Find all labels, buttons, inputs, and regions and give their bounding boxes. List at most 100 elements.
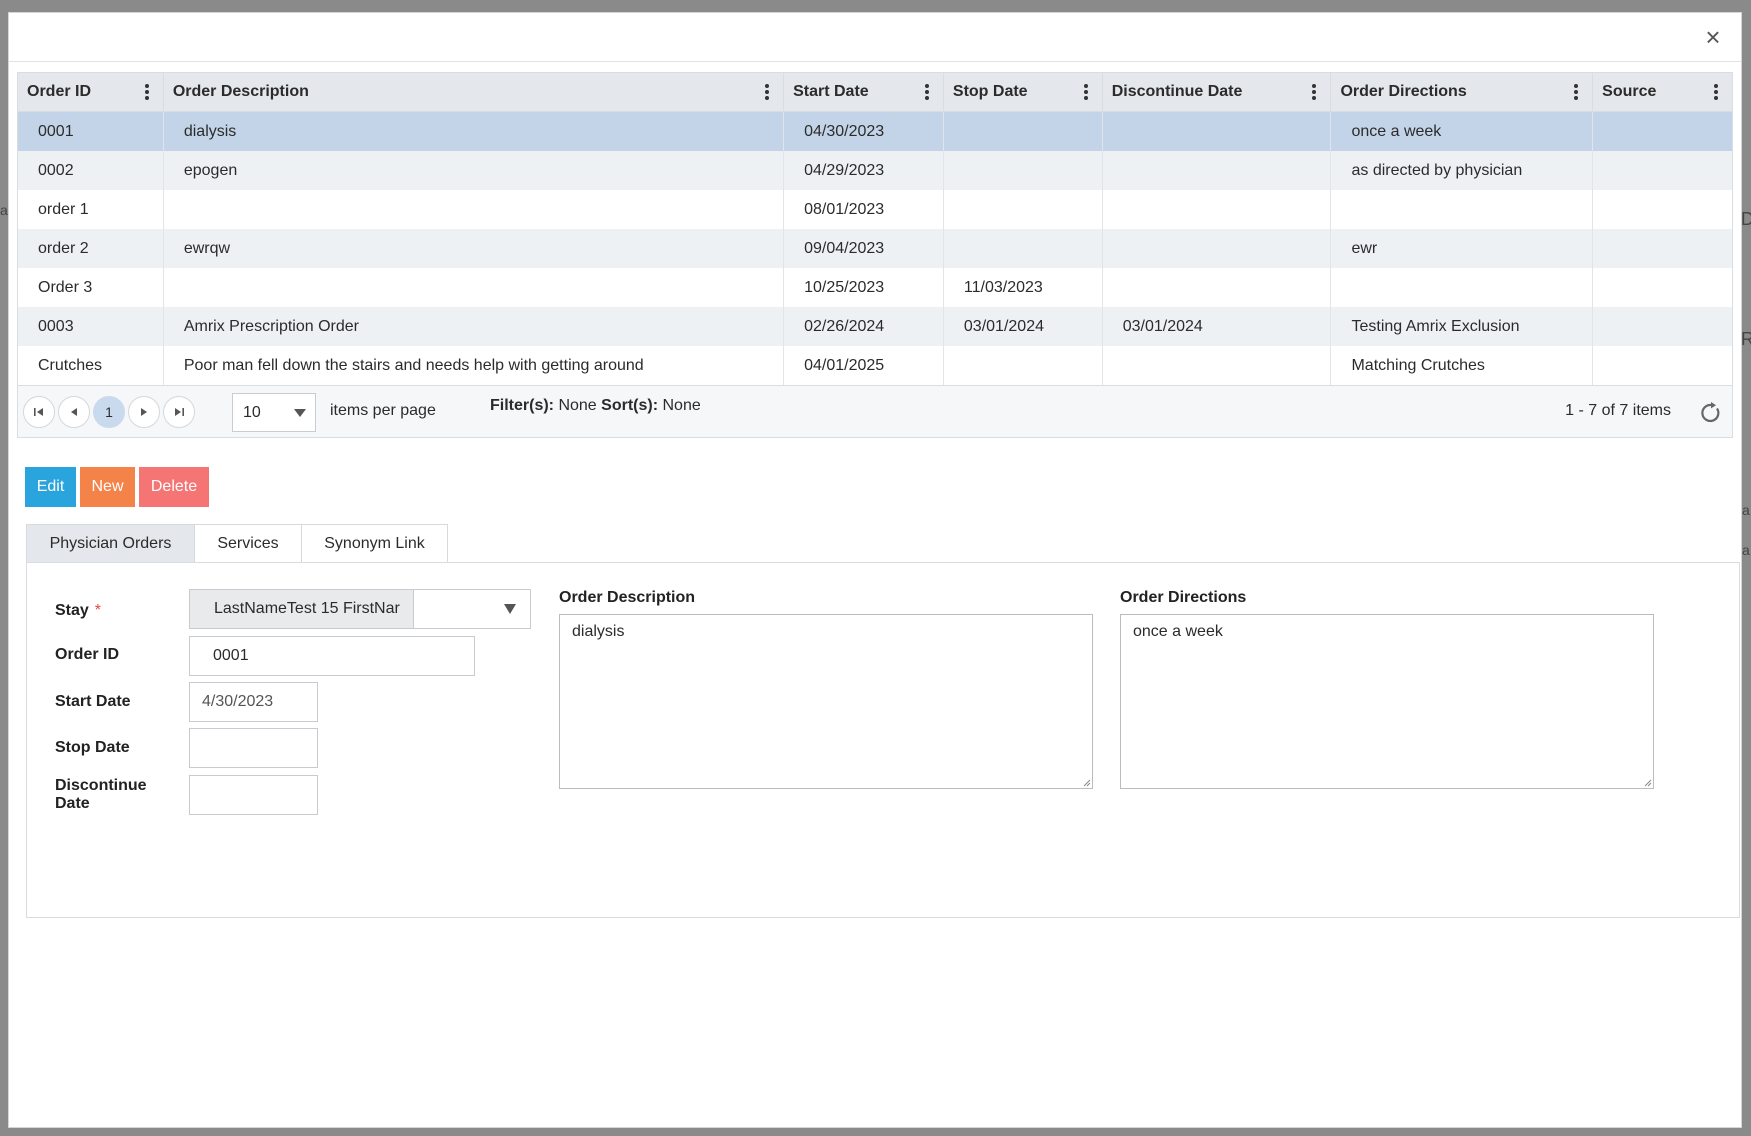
modal-header: ×	[9, 13, 1741, 62]
filter-label: Filter(s):	[490, 397, 554, 414]
table-row[interactable]: Order 3 10/25/2023 11/03/2023	[18, 268, 1732, 307]
filter-value: None	[558, 397, 597, 414]
pager-summary: 1 - 7 of 7 items	[1565, 402, 1671, 419]
column-menu-icon[interactable]	[759, 82, 775, 102]
column-menu-icon[interactable]	[1078, 82, 1094, 102]
last-page-icon[interactable]	[163, 396, 195, 428]
order-description-value: dialysis	[572, 623, 625, 640]
column-header-label: Order ID	[27, 83, 92, 100]
column-menu-icon[interactable]	[139, 82, 155, 102]
stay-label-text: Stay	[55, 602, 89, 619]
order-id-label: Order ID	[55, 646, 120, 663]
column-menu-icon[interactable]	[1568, 82, 1584, 102]
first-page-icon[interactable]	[23, 396, 55, 428]
sort-value: None	[662, 397, 701, 414]
order-description-textarea[interactable]: dialysis	[559, 614, 1093, 789]
order-id-field[interactable]: 0001	[189, 636, 475, 676]
items-per-page-label: items per page	[330, 402, 436, 419]
page-size-dropdown[interactable]: 10	[232, 393, 316, 432]
new-button[interactable]: New	[80, 467, 135, 507]
cell-discontinue-date	[1103, 151, 1332, 190]
stop-date-field[interactable]	[189, 728, 318, 768]
order-directions-label: Order Directions	[1120, 589, 1247, 606]
backdrop-glyph: a	[1742, 542, 1750, 558]
cell-order-directions: Matching Crutches	[1331, 346, 1594, 385]
column-header-stop-date[interactable]: Stop Date	[944, 73, 1103, 111]
cell-stop-date	[944, 151, 1103, 190]
edit-button[interactable]: Edit	[25, 467, 76, 507]
delete-button[interactable]: Delete	[139, 467, 209, 507]
column-header-label: Discontinue Date	[1111, 83, 1243, 100]
table-row[interactable]: 0003 Amrix Prescription Order 02/26/2024 03…	[18, 307, 1732, 346]
order-directions-value: once a week	[1133, 623, 1223, 640]
cell-order-directions	[1331, 190, 1594, 229]
column-header-order-id[interactable]: Order ID	[18, 73, 164, 111]
cell-order-directions: once a week	[1331, 112, 1594, 151]
column-header-order-description[interactable]: Order Description	[164, 73, 785, 111]
stay-select-value: LastNameTest 15 FirstNar	[190, 590, 414, 628]
cell-order-description	[164, 268, 785, 307]
cell-discontinue-date	[1103, 346, 1332, 385]
previous-page-icon[interactable]	[58, 396, 90, 428]
table-row[interactable]: 0002 epogen 04/29/2023 as directed by physi…	[18, 151, 1732, 190]
cell-source	[1593, 112, 1732, 151]
cell-source	[1593, 346, 1732, 385]
tab-physician-orders[interactable]: Physician Orders	[26, 524, 195, 562]
refresh-icon[interactable]	[1700, 402, 1722, 424]
cell-start-date: 02/26/2024	[784, 307, 944, 346]
column-header-order-directions[interactable]: Order Directions	[1331, 73, 1594, 111]
stop-date-label: Stop Date	[55, 739, 130, 756]
backdrop-glyph: D	[1741, 209, 1751, 229]
discontinue-label-line: Discontinue	[55, 777, 147, 794]
page-number-button[interactable]: 1	[93, 396, 125, 428]
cell-order-id: order 2	[18, 229, 164, 268]
order-directions-textarea[interactable]: once a week	[1120, 614, 1654, 789]
cell-start-date: 04/29/2023	[784, 151, 944, 190]
column-menu-icon[interactable]	[1306, 82, 1322, 102]
next-page-icon[interactable]	[128, 396, 160, 428]
orders-grid: Order ID Order Description Start Date St…	[17, 72, 1733, 438]
resize-grip-icon[interactable]	[1643, 778, 1652, 787]
cell-order-directions: ewr	[1331, 229, 1594, 268]
cell-order-description: Poor man fell down the stairs and needs …	[164, 346, 785, 385]
column-menu-icon[interactable]	[1708, 82, 1724, 102]
order-description-label: Order Description	[559, 589, 696, 606]
column-header-start-date[interactable]: Start Date	[784, 73, 944, 111]
cell-source	[1593, 229, 1732, 268]
page-size-value: 10	[243, 403, 261, 421]
cell-order-id: Crutches	[18, 346, 164, 385]
column-header-label: Source	[1602, 83, 1657, 100]
chevron-down-icon	[504, 604, 516, 614]
column-header-discontinue-date[interactable]: Discontinue Date	[1103, 73, 1332, 111]
stay-select-toggle[interactable]	[414, 590, 530, 628]
column-menu-icon[interactable]	[919, 82, 935, 102]
start-date-label: Start Date	[55, 693, 131, 710]
detail-tabs: Physician Orders Services Synonym Link	[26, 524, 448, 562]
tab-services[interactable]: Services	[194, 524, 302, 562]
discontinue-date-field[interactable]	[189, 775, 318, 815]
resize-grip-icon[interactable]	[1082, 778, 1091, 787]
cell-stop-date	[944, 346, 1103, 385]
cell-order-description: epogen	[164, 151, 785, 190]
cell-stop-date: 11/03/2023	[944, 268, 1103, 307]
table-row[interactable]: order 1 08/01/2023	[18, 190, 1732, 229]
cell-discontinue-date: 03/01/2024	[1103, 307, 1332, 346]
discontinue-date-label: Discontinue Date	[55, 777, 147, 813]
tab-synonym-link[interactable]: Synonym Link	[301, 524, 448, 562]
cell-order-directions: Testing Amrix Exclusion	[1331, 307, 1594, 346]
cell-stop-date	[944, 229, 1103, 268]
table-row[interactable]: order 2 ewrqw 09/04/2023 ewr	[18, 229, 1732, 268]
cell-order-description	[164, 190, 785, 229]
cell-source	[1593, 268, 1732, 307]
column-header-source[interactable]: Source	[1593, 73, 1732, 111]
grid-body: 0001 dialysis 04/30/2023 once a week 0002 epo…	[18, 112, 1732, 385]
table-row[interactable]: 0001 dialysis 04/30/2023 once a week	[18, 112, 1732, 151]
start-date-field[interactable]: 4/30/2023	[189, 682, 318, 722]
close-icon[interactable]: ×	[1699, 23, 1727, 51]
cell-order-id: 0001	[18, 112, 164, 151]
cell-stop-date: 03/01/2024	[944, 307, 1103, 346]
cell-order-id: Order 3	[18, 268, 164, 307]
physician-orders-modal: × Order ID Order Description Start Date …	[8, 12, 1742, 1128]
table-row[interactable]: Crutches Poor man fell down the stairs an…	[18, 346, 1732, 385]
stay-select[interactable]: LastNameTest 15 FirstNar	[189, 589, 531, 629]
